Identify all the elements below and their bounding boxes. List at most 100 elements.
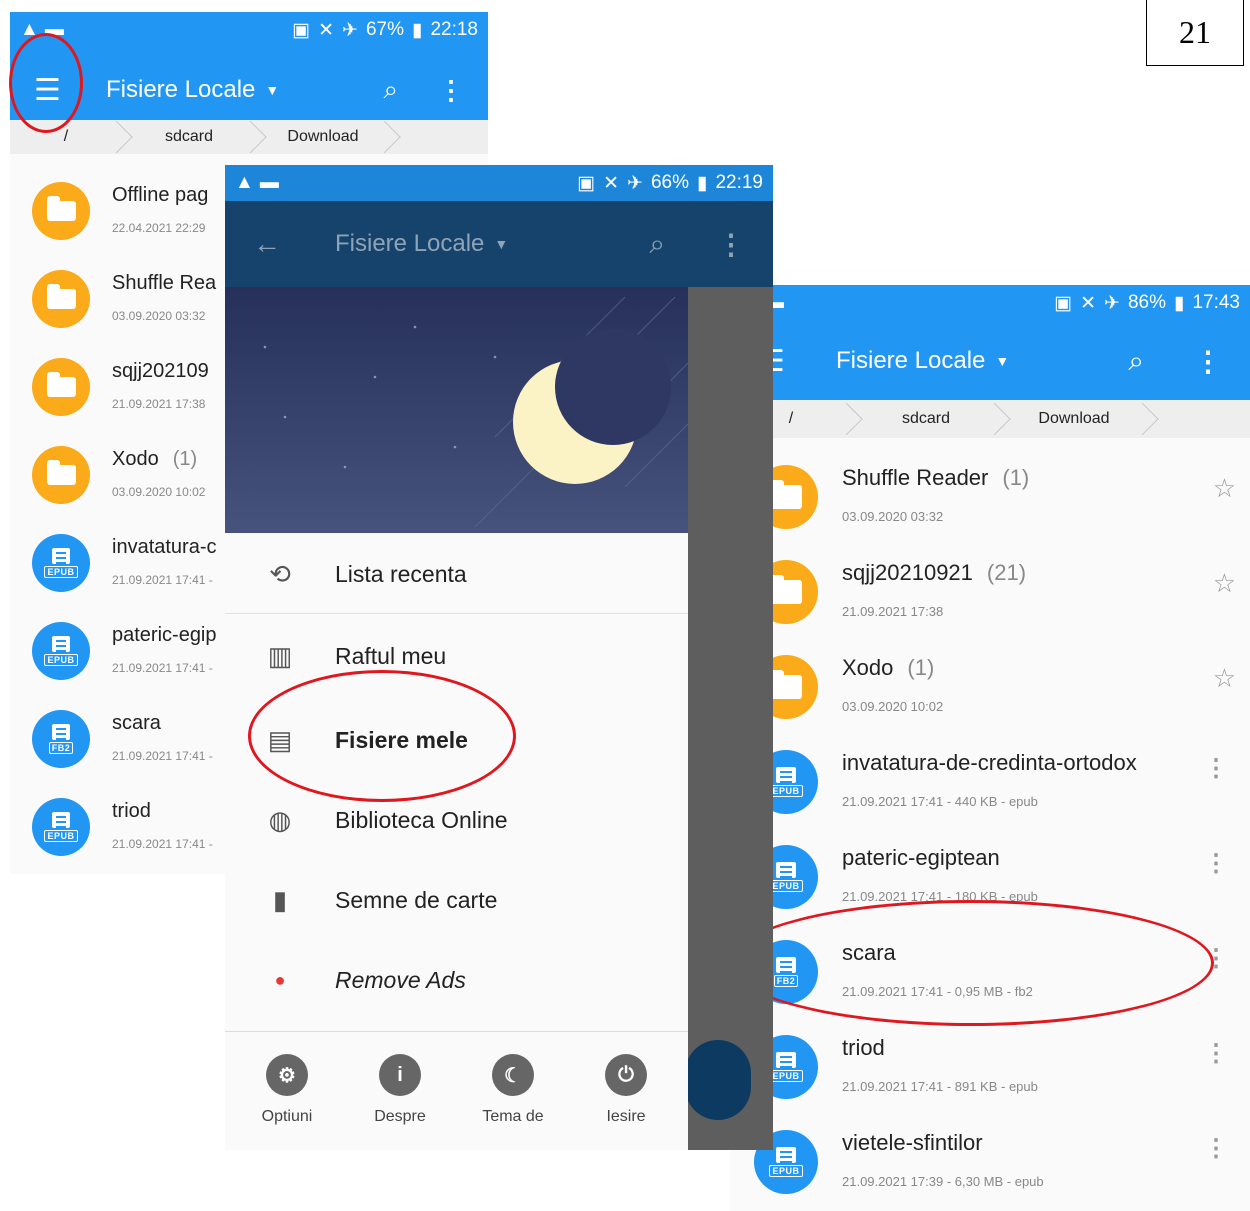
search-icon[interactable]: ⌕ xyxy=(383,74,398,106)
chevron-down-icon: ▼ xyxy=(494,236,509,252)
search-icon[interactable]: ⌕ xyxy=(1128,345,1144,378)
item-name: Shuffle Rea xyxy=(112,272,217,294)
drawer-bottom-button[interactable]: ⚙ Optiuni xyxy=(232,1054,342,1126)
airplane-icon: ✈ xyxy=(342,19,358,41)
item-more-icon[interactable]: ⋮ xyxy=(1204,849,1228,878)
breadcrumb-root[interactable]: / xyxy=(10,128,122,146)
fab-library-button[interactable] xyxy=(685,1040,751,1120)
drawer-bottom-button[interactable]: ☾ Tema de xyxy=(458,1054,568,1126)
drawer-item[interactable]: ▮ Semne de carte xyxy=(225,861,688,939)
item-meta: 22.04.2021 22:29 xyxy=(112,221,206,235)
breadcrumb-download[interactable]: Download xyxy=(1000,410,1148,428)
drawer-bottom-button[interactable]: i Despre xyxy=(345,1054,455,1126)
format-badge: EPUB xyxy=(44,565,78,578)
warning-icon: ▲ xyxy=(235,172,254,193)
item-name: Offline pag xyxy=(112,184,209,206)
back-arrow-icon[interactable]: ← xyxy=(253,228,335,260)
moon-icon: ☾ xyxy=(492,1054,534,1096)
annotation-circle-menu xyxy=(9,33,83,133)
format-badge: EPUB xyxy=(769,1165,803,1178)
drawer-header-night-art xyxy=(225,287,688,533)
breadcrumb: / sdcard Download xyxy=(730,400,1250,438)
drawer-item[interactable]: ● Remove Ads xyxy=(225,941,688,1019)
folder-icon xyxy=(32,270,90,328)
drawer-item-label: Remove Ads xyxy=(335,966,466,993)
star-icon[interactable]: ☆ xyxy=(1213,663,1236,694)
item-meta: 21.09.2021 17:41 - 440 KB - epub xyxy=(842,794,1038,809)
item-name: scara xyxy=(112,712,161,734)
item-more-icon[interactable]: ⋮ xyxy=(1204,754,1228,783)
item-more-icon[interactable]: ⋮ xyxy=(1204,1039,1228,1068)
status-bar: ▲▬ ▣✕✈86%▮17:43 xyxy=(730,285,1250,321)
drawer-item[interactable]: ◍ Biblioteca Online xyxy=(225,781,688,859)
folder-icon xyxy=(32,182,90,240)
star-icon[interactable]: ☆ xyxy=(1213,568,1236,599)
cast-icon: ▣ xyxy=(577,172,596,194)
list-item[interactable]: Xodo (1) 03.09.2020 10:02 ☆ xyxy=(730,643,1250,738)
format-badge: EPUB xyxy=(44,829,78,842)
item-meta: 03.09.2020 03:32 xyxy=(112,309,206,323)
mute-icon: ✕ xyxy=(1080,292,1097,314)
star-icon[interactable]: ☆ xyxy=(1213,473,1236,504)
item-meta: 21.09.2021 17:41 - xyxy=(112,661,213,675)
folder-icon xyxy=(32,446,90,504)
breadcrumb-sdcard[interactable]: sdcard xyxy=(122,128,256,146)
item-name: Xodo xyxy=(112,448,159,470)
book-file-icon: EPUB xyxy=(32,798,90,856)
breadcrumb-download[interactable]: Download xyxy=(256,128,390,146)
airplane-icon: ✈ xyxy=(1104,292,1120,314)
location-dropdown[interactable]: Fisiere Locale ▼ xyxy=(106,76,279,104)
item-count: (1) xyxy=(907,655,935,680)
item-meta: 21.09.2021 17:39 - 6,30 MB - epub xyxy=(842,1174,1044,1189)
item-name: pateric-egiptean xyxy=(842,845,1000,870)
item-more-icon[interactable]: ⋮ xyxy=(1204,1134,1228,1163)
item-name: sqjj20210921 xyxy=(842,560,973,585)
list-item[interactable]: EPUB invatatura-de-credinta-ortodox 21.0… xyxy=(730,738,1250,833)
drawer-item-label: Raftul meu xyxy=(335,642,447,669)
battery-level: 67% xyxy=(365,19,404,40)
item-meta: 21.09.2021 17:41 - xyxy=(112,837,213,851)
history-icon: ⟲ xyxy=(269,558,291,589)
item-name: invatatura-de-credinta-ortodox xyxy=(842,750,1137,775)
battery-icon: ▮ xyxy=(411,19,423,41)
item-name: invatatura-c xyxy=(112,536,217,558)
item-name: Shuffle Reader xyxy=(842,465,989,490)
item-name: Xodo xyxy=(842,655,894,680)
annotation-circle-scara xyxy=(728,900,1214,1026)
location-dropdown: Fisiere Locale ▼ xyxy=(335,230,508,258)
drawer-item[interactable]: ⟲ Lista recenta xyxy=(225,535,688,614)
mute-icon: ✕ xyxy=(318,19,335,41)
status-bar: ▲ ▬ ▣ ✕ ✈ 66% ▮ 22:19 xyxy=(225,165,773,201)
item-meta: 21.09.2021 17:38 xyxy=(112,397,206,411)
drawer-footer: ⚙ Optiuni i Despre ☾ Tema de ⏻ Iesire xyxy=(225,1031,688,1150)
list-item[interactable]: sqjj20210921 (21) 21.09.2021 17:38 ☆ xyxy=(730,548,1250,643)
screenshot-2: ▲ ▬ ▣ ✕ ✈ 66% ▮ 22:19 ← Fisiere Locale ▼ ⌕ ⋮ ⟲ … xyxy=(225,165,773,1150)
breadcrumb-sdcard[interactable]: sdcard xyxy=(852,410,1000,428)
location-dropdown[interactable]: Fisiere Locale ▼ xyxy=(836,347,1009,375)
drawer-bottom-button[interactable]: ⏻ Iesire xyxy=(571,1054,681,1126)
item-meta: 21.09.2021 17:41 - xyxy=(112,749,213,763)
more-options-icon[interactable]: ⋮ xyxy=(438,75,464,106)
app-title: Fisiere Locale xyxy=(836,347,986,374)
airplane-icon: ✈ xyxy=(627,172,643,194)
format-badge: EPUB xyxy=(769,1070,803,1083)
item-name: triod xyxy=(842,1035,885,1060)
list-item[interactable]: EPUB vietele-sfintilor 21.09.2021 17:39 … xyxy=(730,1118,1250,1211)
list-item[interactable]: Shuffle Reader (1) 03.09.2020 03:32 ☆ xyxy=(730,453,1250,548)
app-title: Fisiere Locale xyxy=(335,230,485,257)
message-icon: ▬ xyxy=(259,172,279,193)
list-item[interactable]: EPUB triod 21.09.2021 17:41 - 891 KB - e… xyxy=(730,1023,1250,1118)
more-options-icon[interactable]: ⋮ xyxy=(1194,345,1222,378)
battery-level: 66% xyxy=(650,172,689,193)
mute-icon: ✕ xyxy=(603,172,620,194)
more-options-icon: ⋮ xyxy=(717,228,745,260)
screenshot-3: ▲▬ ▣✕✈86%▮17:43 ☰ Fisiere Locale▼ ⌕ ⋮ / … xyxy=(730,285,1250,1211)
status-bar: ▲ ▬ ▣ ✕ ✈ 67% ▮ 22:18 xyxy=(10,12,488,48)
cast-icon: ▣ xyxy=(292,19,311,41)
drawer-bottom-label: Iesire xyxy=(606,1108,646,1125)
app-bar: ☰ Fisiere Locale▼ ⌕ ⋮ xyxy=(730,321,1250,401)
drawer-item-label: Biblioteca Online xyxy=(335,806,508,833)
format-badge: EPUB xyxy=(44,653,78,666)
format-badge: EPUB xyxy=(769,785,803,798)
drawer-item-label: Lista recenta xyxy=(335,560,467,587)
